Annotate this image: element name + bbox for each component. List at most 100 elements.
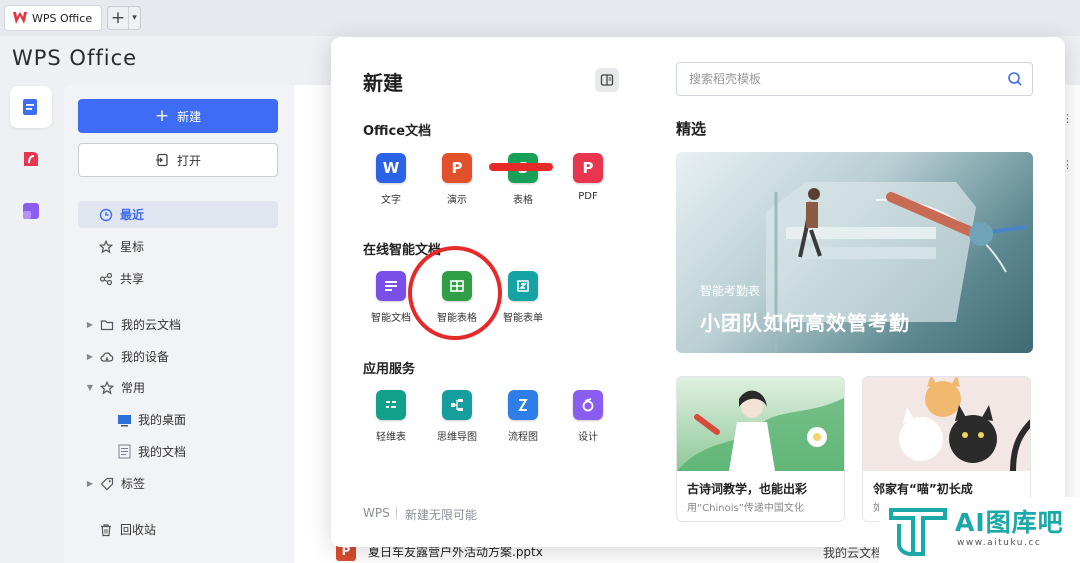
card-title: 古诗词教学，也能出彩 bbox=[687, 482, 808, 496]
watermark-logo-icon bbox=[889, 508, 947, 556]
app-label: PDF bbox=[578, 191, 598, 202]
new-pdf-button[interactable]: P PDF bbox=[559, 153, 617, 202]
rail-pdf-button[interactable] bbox=[10, 138, 52, 180]
nav-label: 最近 bbox=[120, 208, 145, 222]
card-image bbox=[863, 377, 1030, 471]
app-tab[interactable]: WPS Office bbox=[4, 5, 102, 31]
nav-common[interactable]: ▼ 常用 bbox=[78, 374, 278, 401]
star-icon bbox=[98, 239, 114, 255]
nav-cloud-docs[interactable]: ▶ 我的云文档 bbox=[78, 311, 278, 338]
nav-shared[interactable]: 共享 bbox=[78, 265, 278, 292]
app-label: 流程图 bbox=[508, 432, 538, 443]
app-label: 轻维表 bbox=[376, 432, 406, 443]
plus-icon: + bbox=[110, 8, 126, 28]
share-icon bbox=[98, 271, 114, 287]
new-presentation-button[interactable]: P 演示 bbox=[428, 153, 486, 206]
new-button-label: 新建 bbox=[177, 109, 202, 124]
app-label: 设计 bbox=[578, 432, 598, 443]
nav-label: 回收站 bbox=[120, 523, 157, 537]
smart-form-icon bbox=[508, 271, 538, 301]
hero-banner[interactable]: 智能考勤表 小团队如何高效管考勤 bbox=[676, 152, 1033, 353]
nav-desktop[interactable]: 我的桌面 bbox=[78, 406, 278, 433]
footer-divider bbox=[396, 507, 397, 519]
nav-label: 共享 bbox=[120, 272, 145, 286]
smart-doc-icon bbox=[376, 271, 406, 301]
watermark: AI图库吧 www.aituku.cc bbox=[879, 497, 1080, 563]
wps-logo-icon bbox=[13, 12, 27, 24]
chevron-down-icon[interactable]: ▾ bbox=[128, 7, 140, 29]
nav-recent[interactable]: 最近 bbox=[78, 201, 278, 228]
chevron-right-icon[interactable]: ▶ bbox=[84, 479, 96, 488]
new-flowchart-button[interactable]: 流程图 bbox=[494, 390, 552, 443]
tag-icon bbox=[99, 476, 115, 492]
word-icon: W bbox=[376, 153, 406, 183]
chevron-down-icon[interactable]: ▼ bbox=[84, 383, 96, 392]
new-design-button[interactable]: 设计 bbox=[559, 390, 617, 443]
app-label: 文字 bbox=[381, 195, 401, 206]
template-card[interactable]: 古诗词教学，也能出彩 用“Chinois”传递中国文化 bbox=[676, 376, 845, 522]
app-label: 智能表单 bbox=[503, 313, 543, 324]
nav-my-devices[interactable]: ▶ 我的设备 bbox=[78, 343, 278, 370]
new-tab-button[interactable]: + ▾ bbox=[107, 6, 141, 30]
panel-toggle-button[interactable] bbox=[595, 68, 619, 92]
section-services-title: 应用服务 bbox=[363, 362, 416, 377]
featured-title: 精选 bbox=[676, 120, 707, 138]
light-table-icon bbox=[376, 390, 406, 420]
desktop-icon bbox=[116, 412, 132, 428]
nav-documents[interactable]: 我的文档 bbox=[78, 438, 278, 465]
pdf-app-icon bbox=[24, 152, 39, 166]
rail-apps-button[interactable] bbox=[10, 190, 52, 232]
tab-title: WPS Office bbox=[32, 11, 93, 25]
rail-docs-button[interactable] bbox=[10, 86, 52, 128]
open-button-label: 打开 bbox=[176, 153, 201, 168]
app-label: 演示 bbox=[447, 195, 467, 206]
brand-title: WPS Office bbox=[12, 46, 138, 70]
star-outline-icon bbox=[99, 380, 115, 396]
app-label: 表格 bbox=[513, 195, 533, 206]
nav-recycle[interactable]: 回收站 bbox=[78, 516, 278, 543]
footer-slogan: 新建无限可能 bbox=[405, 508, 478, 522]
design-icon bbox=[573, 390, 603, 420]
open-button[interactable]: 打开 bbox=[78, 143, 278, 177]
cloud-icon bbox=[99, 349, 115, 365]
nav-label: 我的设备 bbox=[121, 350, 170, 364]
search-icon[interactable] bbox=[998, 71, 1032, 87]
new-word-button[interactable]: W 文字 bbox=[362, 153, 420, 206]
search-input[interactable] bbox=[689, 72, 998, 86]
flowchart-icon bbox=[508, 390, 538, 420]
section-office-title: Office文档 bbox=[363, 124, 432, 139]
nav-label: 我的云文档 bbox=[121, 318, 182, 332]
open-icon bbox=[155, 153, 168, 167]
nav-label: 我的桌面 bbox=[138, 413, 187, 427]
new-spreadsheet-button[interactable]: S 表格 bbox=[494, 153, 552, 206]
document-icon bbox=[23, 99, 37, 115]
new-button[interactable]: + 新建 bbox=[78, 99, 278, 133]
apps-icon bbox=[23, 203, 39, 219]
nav-tags[interactable]: ▶ 标签 bbox=[78, 470, 278, 497]
nav-label: 常用 bbox=[121, 381, 146, 395]
new-mind-map-button[interactable]: 思维导图 bbox=[428, 390, 486, 443]
nav-label: 我的文档 bbox=[138, 445, 187, 459]
sidebar-toggle-icon bbox=[600, 74, 614, 86]
annotation-circle bbox=[408, 246, 502, 340]
chevron-right-icon[interactable]: ▶ bbox=[84, 352, 96, 361]
pdf-icon: P bbox=[573, 153, 603, 183]
annotation-strike bbox=[489, 163, 553, 171]
file-icon bbox=[116, 444, 132, 460]
clock-icon bbox=[98, 207, 114, 223]
hero-subtitle: 智能考勤表 bbox=[700, 284, 761, 298]
app-label: 思维导图 bbox=[437, 432, 477, 443]
trash-icon bbox=[98, 522, 114, 538]
new-light-table-button[interactable]: 轻维表 bbox=[362, 390, 420, 443]
nav-starred[interactable]: 星标 bbox=[78, 233, 278, 260]
card-subtitle: 用“Chinois”传递中国文化 bbox=[687, 503, 804, 514]
template-search[interactable] bbox=[676, 62, 1033, 96]
chevron-right-icon[interactable]: ▶ bbox=[84, 320, 96, 329]
footer-brand: WPS bbox=[363, 506, 390, 520]
nav-label: 标签 bbox=[121, 477, 146, 491]
plus-icon: + bbox=[154, 106, 170, 126]
nav-label: 星标 bbox=[120, 240, 145, 254]
app-label: 智能文档 bbox=[371, 313, 411, 324]
new-smart-form-button[interactable]: 智能表单 bbox=[494, 271, 552, 324]
hero-title: 小团队如何高效管考勤 bbox=[700, 311, 910, 335]
